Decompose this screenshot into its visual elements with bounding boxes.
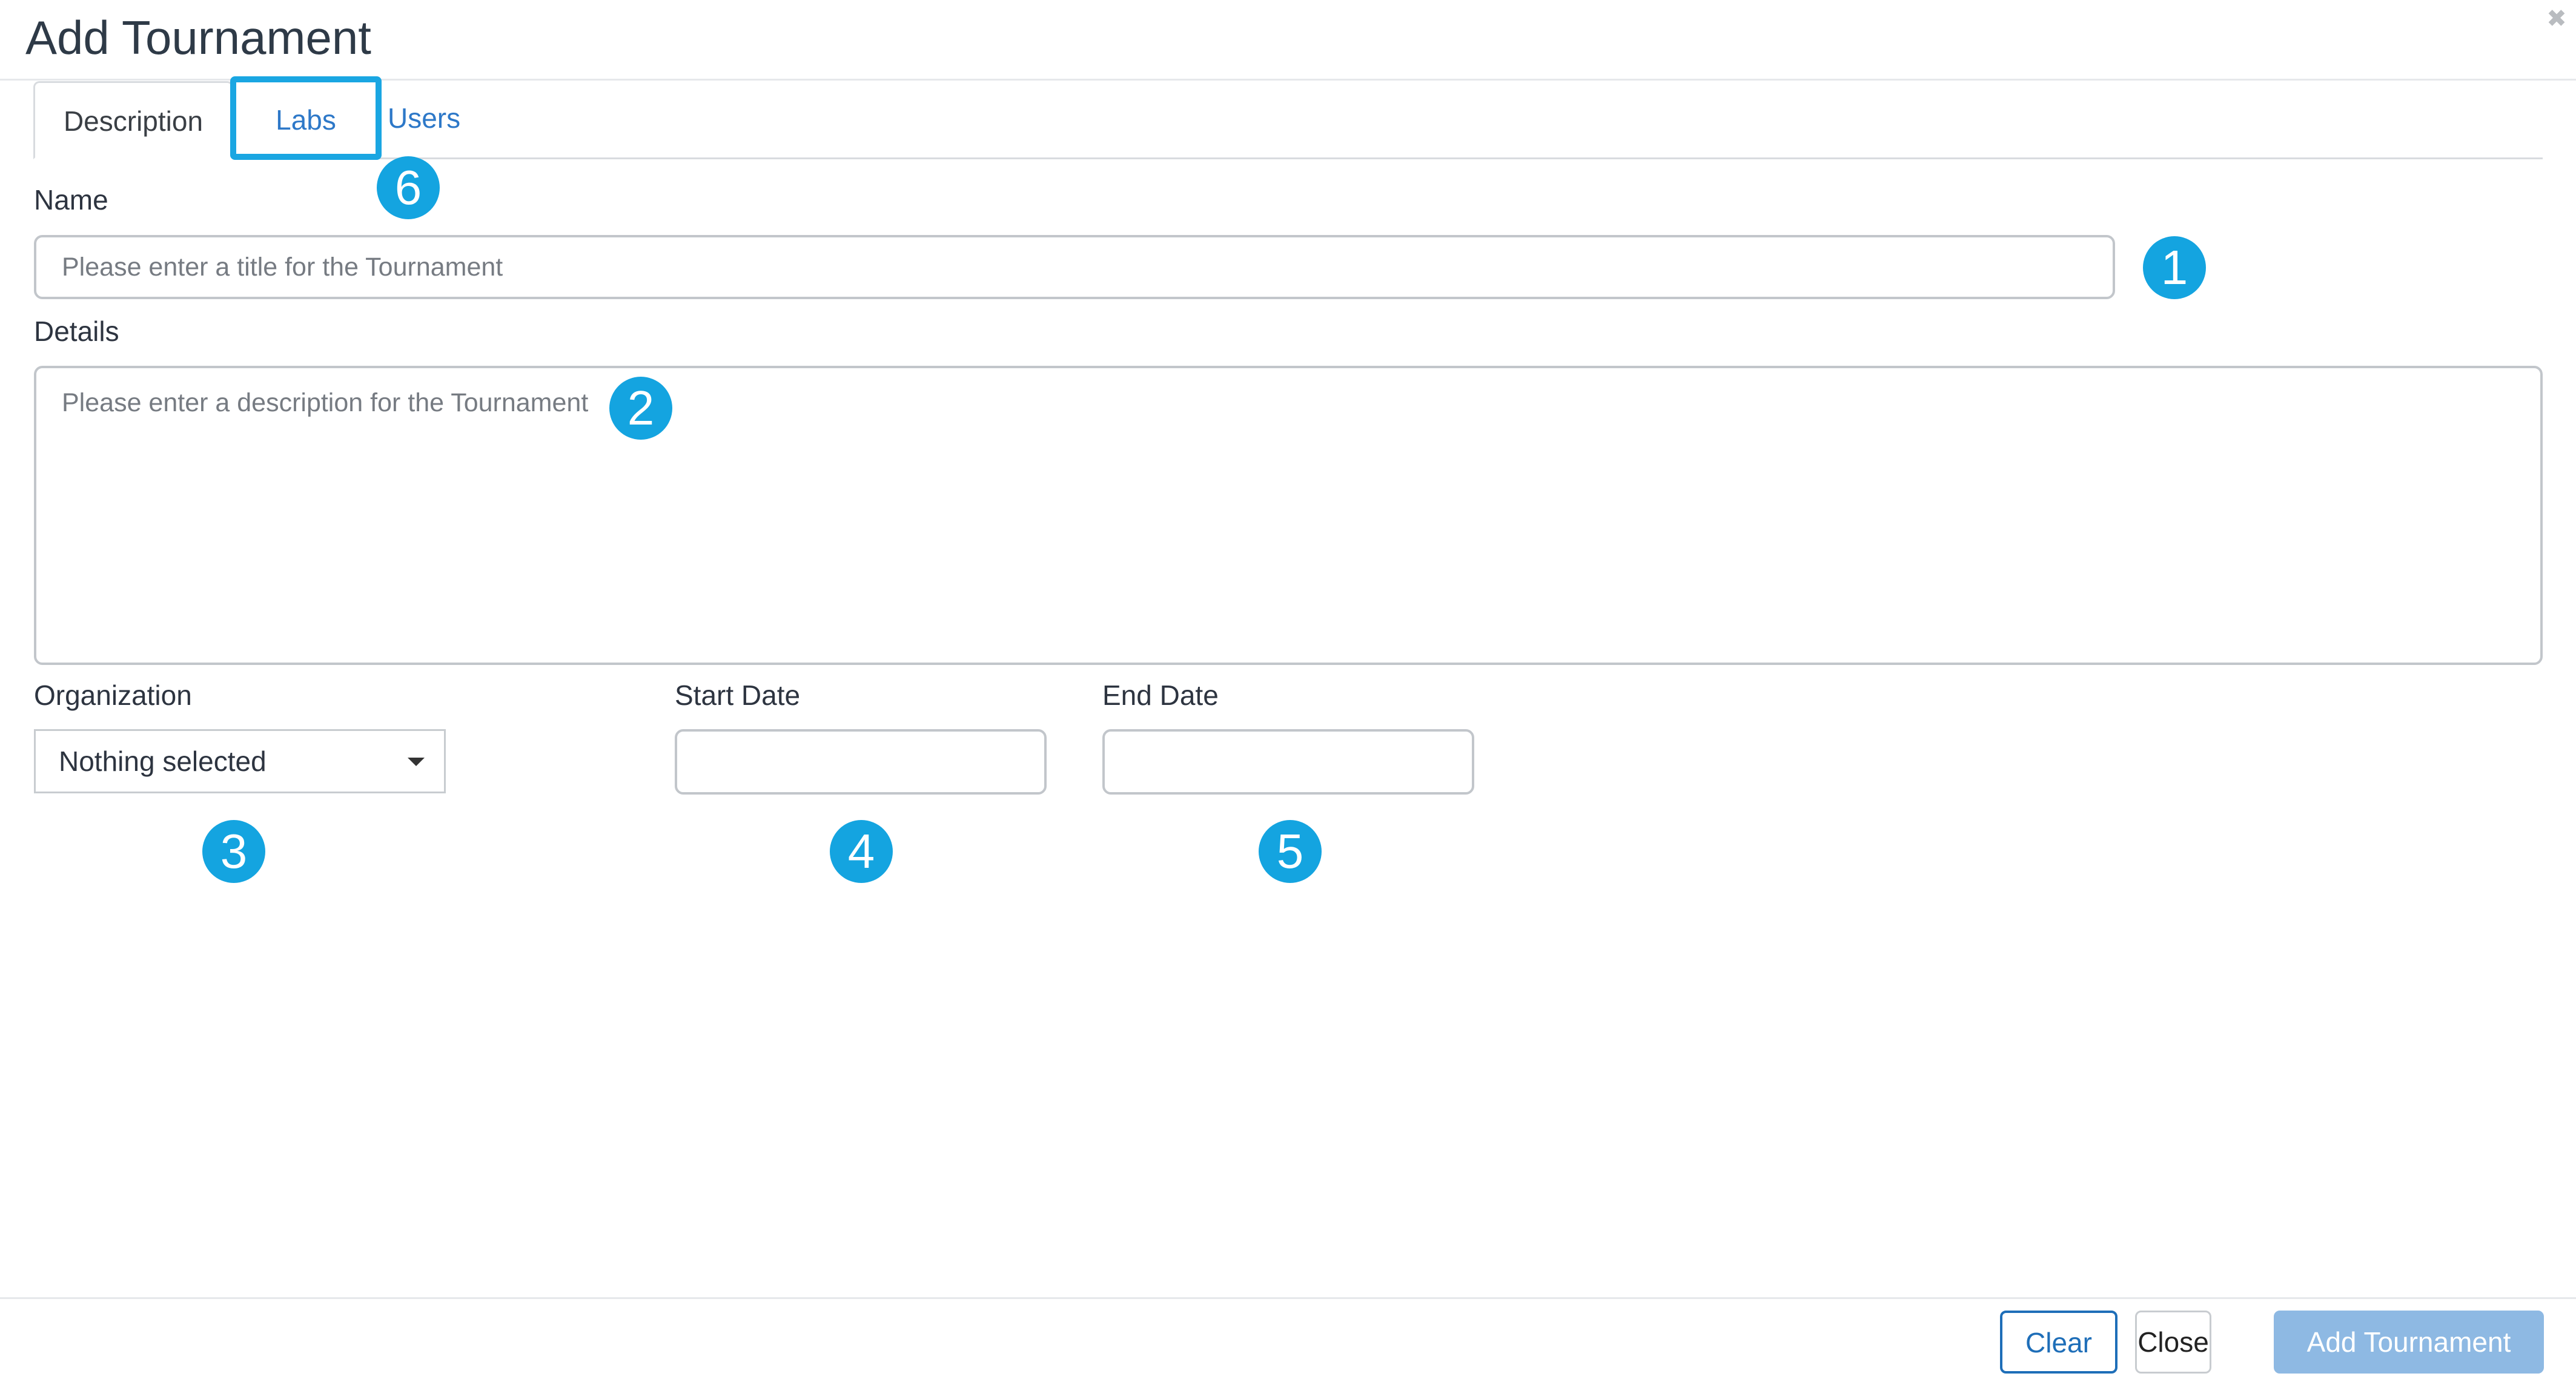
- add-tournament-button[interactable]: Add Tournament: [2274, 1311, 2544, 1374]
- details-label: Details: [34, 316, 119, 347]
- name-label: Name: [34, 184, 108, 216]
- callout-badge-2: 2: [609, 377, 672, 440]
- tab-description[interactable]: Description: [33, 81, 233, 159]
- clear-button[interactable]: Clear: [2000, 1311, 2117, 1374]
- start-date-input[interactable]: [675, 729, 1047, 795]
- callout-badge-1: 1: [2143, 236, 2206, 299]
- end-date-input[interactable]: [1102, 729, 1474, 795]
- organization-select-value: Nothing selected: [59, 746, 267, 777]
- footer-divider: [0, 1297, 2576, 1299]
- tab-users[interactable]: Users: [388, 100, 472, 136]
- modal-title: Add Tournament: [25, 11, 371, 64]
- close-button[interactable]: Close: [2135, 1311, 2211, 1374]
- callout-badge-3: 3: [202, 820, 265, 883]
- organization-select[interactable]: Nothing selected: [34, 729, 446, 793]
- close-icon[interactable]: ✖: [2544, 6, 2569, 31]
- name-input[interactable]: [34, 235, 2115, 299]
- callout-badge-6: 6: [377, 156, 440, 219]
- organization-label: Organization: [34, 679, 192, 711]
- tab-labs[interactable]: Labs: [230, 76, 382, 160]
- chevron-down-icon: [408, 758, 425, 766]
- callout-badge-5: 5: [1259, 820, 1322, 883]
- callout-badge-4: 4: [830, 820, 893, 883]
- start-date-label: Start Date: [675, 679, 801, 711]
- details-textarea[interactable]: [34, 366, 2543, 665]
- header-divider: [0, 79, 2576, 81]
- end-date-label: End Date: [1102, 679, 1219, 711]
